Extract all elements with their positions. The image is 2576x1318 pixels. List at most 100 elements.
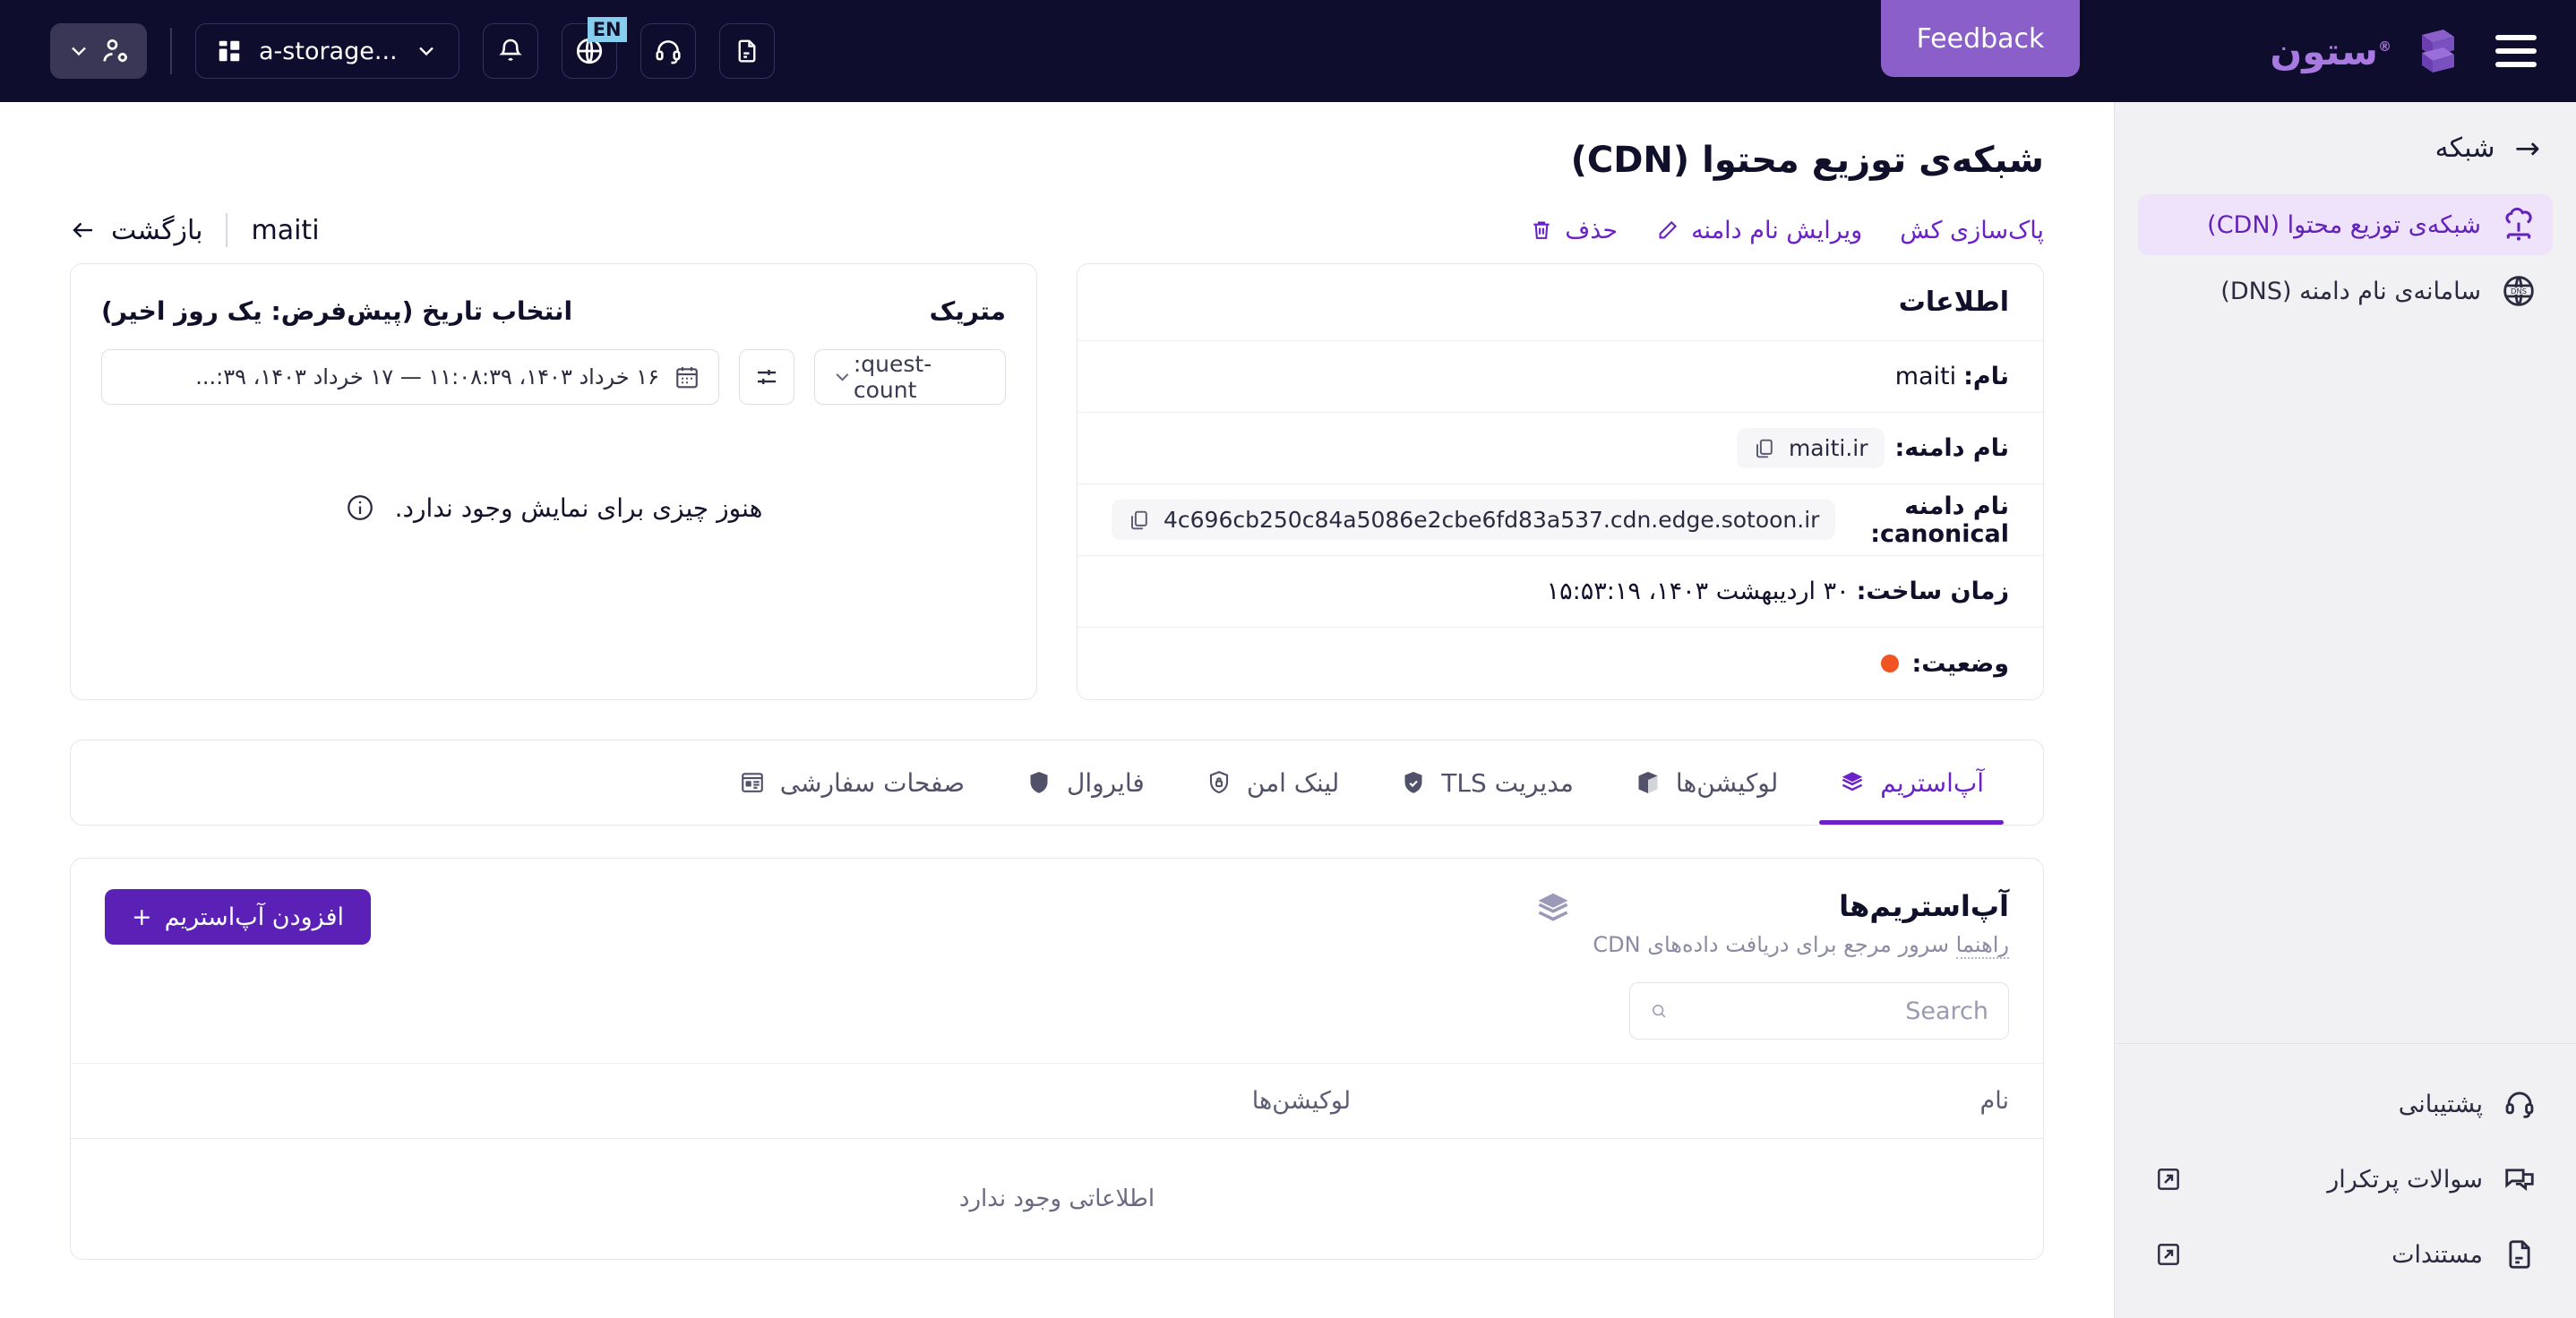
shield-check-icon [1404,772,1422,793]
pencil-icon [1659,220,1678,239]
arrow-right-icon: → [2514,130,2541,167]
menu-button[interactable] [2495,35,2537,67]
page-actions: پاک‌سازی کش ویرایش نام دامنه حذف [1529,217,2044,244]
subbar-divider [226,213,228,247]
support-button[interactable] [640,23,696,79]
project-selector[interactable]: ...a-storage [195,23,459,79]
topbar-right-group: ستون® [2270,0,2537,102]
sidebar-item-support[interactable]: پشتیبانی [2138,1076,2553,1132]
sidebar-item-dns[interactable]: DNS سامانه‌ی نام دامنه (DNS) [2138,261,2553,321]
purge-cache-action[interactable]: پاک‌سازی کش [1900,217,2044,244]
tab-label: آپ‌استریم [1880,767,1984,798]
add-upstream-button[interactable]: افزودن آپ‌استریم + [105,889,371,945]
resource-name: maiti [251,214,320,246]
copy-canonical-value: 4c696cb250c84a5086e2cbe6fd83a537.cdn.edg… [1163,507,1820,533]
page-subbar: پاک‌سازی کش ویرایش نام دامنه حذف maiti ب… [70,181,2044,263]
feedback-button[interactable]: Feedback [1881,0,2080,77]
edit-domain-label: ویرایش نام دامنه [1691,216,1863,244]
back-button[interactable]: بازگشت [70,215,202,246]
external-link-icon [2158,1168,2179,1190]
upstream-panel-heading-group: آپ‌استریم‌ها راهنما سرور مرجع برای دریاف… [1533,889,2009,959]
project-selector-label: ...a-storage [259,37,398,65]
tab-tls-management[interactable]: مدیریت TLS [1370,740,1604,825]
add-upstream-label: افزودن آپ‌استریم [164,903,344,931]
document-icon [2509,1240,2530,1269]
metric-empty-message: هنوز چیزی برای نمایش وجود ندارد. [394,492,763,523]
upstream-table-body: اطلاعاتی وجود ندارد [71,1139,2043,1260]
main-content: شبکه‌ی توزیع محتوا (CDN) پاک‌سازی کش ویر… [0,102,2114,1318]
chevron-down-icon [836,373,849,381]
delete-label: حذف [1565,216,1619,244]
metric-card-title: متریک [929,296,1006,326]
info-row-domain: نام دامنه: maiti.ir [1078,413,2043,484]
info-label: وضعیت: [1911,649,2009,678]
date-range-value: ۱۶ خرداد ۱۴۰۳، ۱۱:۰۸:۳۹ — ۱۷ خرداد ۱۴۰۳،… [195,364,659,389]
edit-domain-action[interactable]: ویرایش نام دامنه [1655,217,1862,244]
language-button[interactable]: EN [561,17,627,79]
copy-icon [1131,510,1147,529]
sidebar-item-label: شبکه‌ی توزیع محتوا (CDN) [2207,210,2481,239]
notifications-button[interactable] [482,23,538,79]
info-card: اطلاعات نام: maiti نام دامنه: maiti.ir ن… [1077,263,2044,700]
chevron-down-icon [72,47,86,56]
sidebar-item-cdn[interactable]: شبکه‌ی توزیع محتوا (CDN) [2138,194,2553,255]
document-icon [738,39,756,63]
info-label: نام دامنه canonical: [1870,492,2009,548]
topbar-divider [170,28,172,74]
tab-label: فایروال [1067,767,1145,798]
sidebar-bottom-nav: پشتیبانی سوالات پرتکرار مستندات [2115,1043,2576,1318]
upstream-panel-subtitle-text: سرور مرجع برای دریافت داده‌های CDN [1593,932,1950,957]
copy-domain-chip[interactable]: maiti.ir [1736,428,1885,468]
upstream-panel-subtitle: راهنما سرور مرجع برای دریافت داده‌های CD… [1593,932,2009,959]
sidebar-header[interactable]: → شبکه [2115,102,2576,187]
sidebar-item-faq[interactable]: سوالات پرتکرار [2138,1151,2553,1207]
external-link-icon [2158,1244,2179,1265]
tab-custom-pages[interactable]: صفحات سفارشی [708,740,995,825]
sidebar-item-label: پشتیبانی [2398,1090,2483,1118]
upstream-panel: آپ‌استریم‌ها راهنما سرور مرجع برای دریاف… [70,858,2044,1260]
user-settings-button[interactable] [50,23,147,79]
copy-canonical-chip[interactable]: 4c696cb250c84a5086e2cbe6fd83a537.cdn.edg… [1112,500,1836,540]
search-box[interactable] [1629,982,2009,1040]
upstream-table-head: نام لوکیشن‌ها [71,1063,2043,1139]
upstream-table: نام لوکیشن‌ها اطلاعاتی وجود ندارد [71,1063,2043,1259]
sidebar-nav: شبکه‌ی توزیع محتوا (CDN) DNS سامانه‌ی نا… [2115,187,2576,329]
box-icon [1638,772,1658,793]
tab-locations[interactable]: لوکیشن‌ها [1604,740,1808,825]
sotoon-logo-icon [2422,30,2454,73]
info-value: maiti [1894,363,1957,390]
sidebar-item-docs[interactable]: مستندات [2138,1227,2553,1282]
plus-icon: + [132,903,152,931]
headset-icon [656,40,681,64]
date-range-picker[interactable]: ۱۶ خرداد ۱۴۰۳، ۱۱:۰۸:۳۹ — ۱۷ خرداد ۱۴۰۳،… [101,349,719,405]
docs-button[interactable] [718,23,775,79]
shield-lock-icon [1209,771,1228,794]
user-gear-icon [103,39,127,63]
cards-row: اطلاعات نام: maiti نام دامنه: maiti.ir ن… [70,263,2044,700]
tab-secure-link[interactable]: لینک امن [1175,740,1370,825]
layers-icon [1538,893,1568,921]
tab-firewall[interactable]: فایروال [995,740,1175,825]
search-input[interactable] [1682,997,1988,1025]
tab-label: لوکیشن‌ها [1675,767,1779,798]
metric-type-value: :quest-count [853,351,932,403]
cdn-cloud-icon [2505,207,2532,241]
brand-logo[interactable]: ستون® [2270,22,2461,80]
sidebar-item-label: مستندات [2391,1240,2483,1269]
top-bar: ...a-storage EN Feedback ستون® [0,0,2576,102]
tab-upstream[interactable]: آپ‌استریم [1808,740,2014,825]
metric-empty-state: هنوز چیزی برای نمایش وجود ندارد. [71,405,1036,611]
upstream-panel-header: آپ‌استریم‌ها راهنما سرور مرجع برای دریاف… [71,859,2043,982]
tab-label: لینک امن [1246,767,1340,798]
metric-filter-button[interactable] [739,349,794,405]
metric-type-select[interactable]: :quest-count [814,349,1006,405]
back-label: بازگشت [111,214,203,246]
menu-bar-3 [2495,62,2537,67]
info-row-status: وضعیت: [1078,628,2043,699]
table-header-row: نام لوکیشن‌ها [71,1063,2043,1139]
info-row-created: زمان ساخت: ۳۰ اردیبهشت ۱۴۰۳، ۱۵:۵۳:۱۹ [1078,556,2043,628]
topbar-left-group: ...a-storage EN [0,17,775,79]
delete-action[interactable]: حذف [1529,217,1618,244]
copy-domain-value: maiti.ir [1788,435,1868,461]
guide-link[interactable]: راهنما [1955,932,2009,959]
